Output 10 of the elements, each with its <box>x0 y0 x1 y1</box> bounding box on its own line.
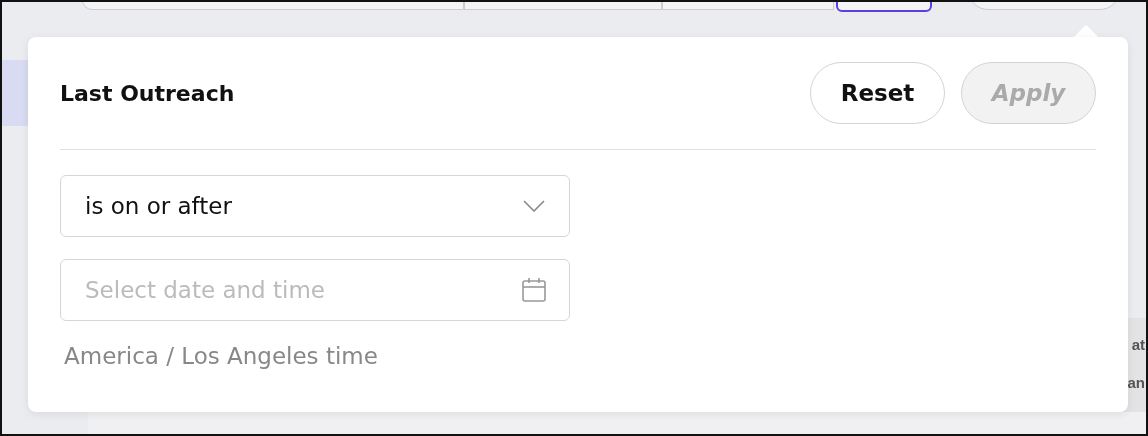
row-highlight <box>2 60 30 126</box>
chevron-down-icon <box>523 200 545 212</box>
timezone-label: America / Los Angeles time <box>64 343 379 369</box>
popover-title: Last Outreach <box>60 80 235 106</box>
date-time-field[interactable]: Select date and time <box>60 259 570 321</box>
calendar-icon <box>522 278 546 302</box>
action-button[interactable]: Reset <box>810 62 945 124</box>
table-text: an <box>1127 373 1145 393</box>
table-text: at <box>1131 335 1145 355</box>
operator-dropdown[interactable]: is on or after <box>60 175 570 237</box>
